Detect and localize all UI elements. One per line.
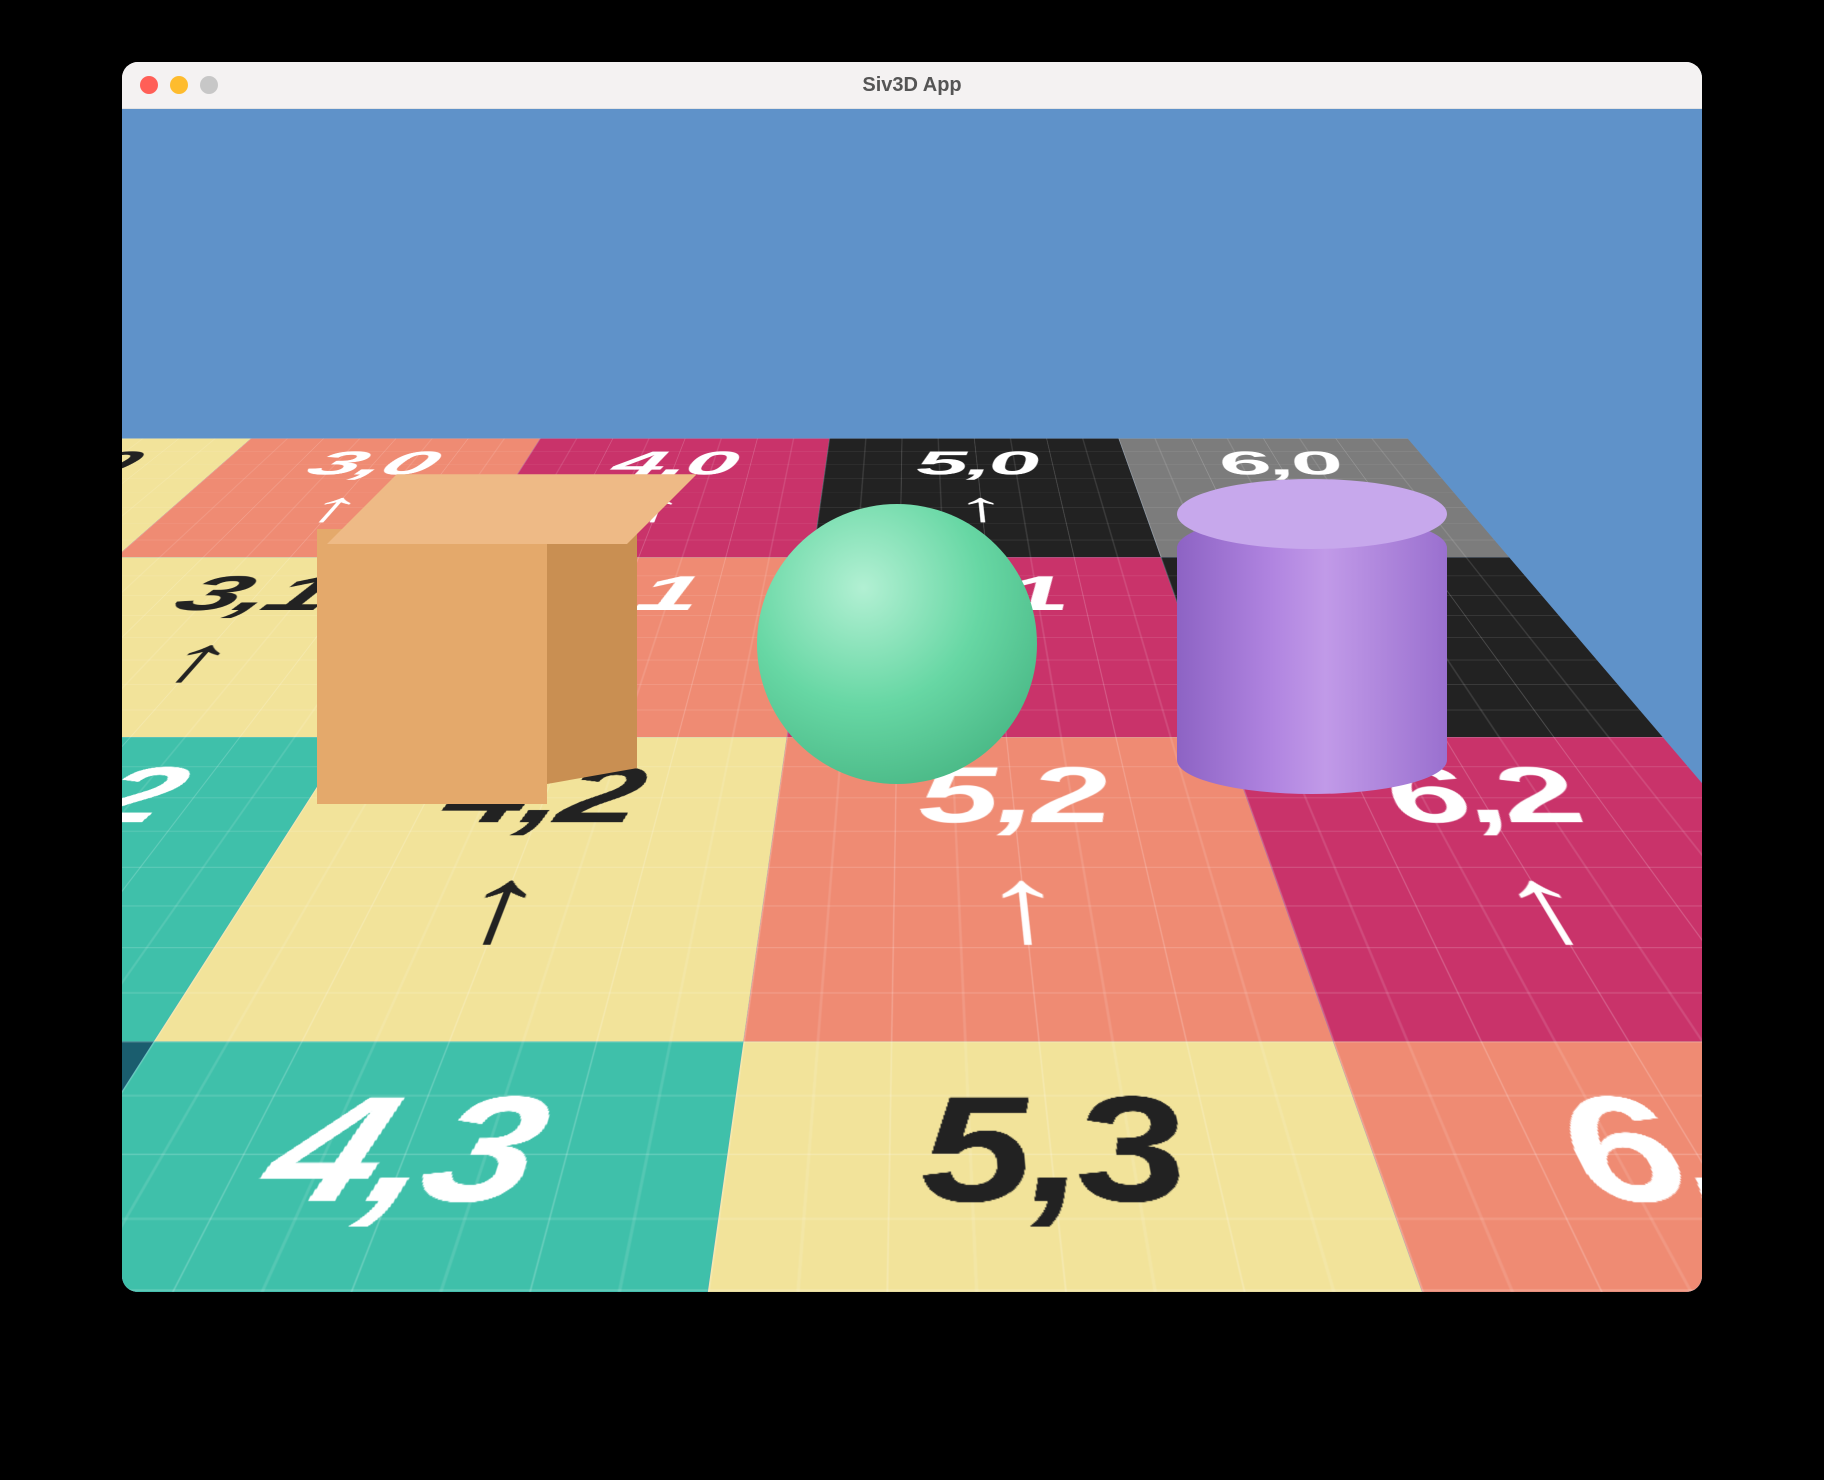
app-window: Siv3D App 0,0↑1,0↑2,0↑3,0↑4,0↑5,0↑6,0↑0,… (122, 62, 1702, 1292)
arrow-up-icon: ↑ (122, 1261, 712, 1292)
grid-tile: 5,0 ↑ (812, 439, 1160, 558)
tile-coord-label: 5,1 (804, 569, 1183, 618)
tile-coord-label: 5,3 (717, 1076, 1399, 1227)
tile-coord-label: 4,0 (514, 447, 828, 480)
window-title: Siv3D App (122, 74, 1702, 97)
tile-coord-label: 5,2 (773, 756, 1260, 835)
tile-coord-label: 6,2 (1232, 756, 1702, 835)
arrow-up-icon: ↑ (206, 853, 770, 960)
tile-coord-label: 4,1 (425, 569, 811, 618)
tile-coord-label: 6,0 (1121, 447, 1443, 480)
tile-coord-label: 4,3 (122, 1076, 739, 1227)
arrow-up-icon: ↑ (817, 487, 1151, 528)
arrow-up-icon: ↑ (1266, 853, 1702, 960)
tile-coord-label: 3,1 (122, 569, 457, 618)
tile-coord-label: 4,2 (286, 756, 784, 835)
arrow-up-icon: ↑ (483, 487, 823, 528)
scene-3d: 0,0↑1,0↑2,0↑3,0↑4,0↑5,0↑6,0↑0,1↑1,1↑2,1↑… (122, 109, 1702, 1292)
arrow-up-icon: ↑ (755, 853, 1304, 960)
arrow-up-icon: ↑ (122, 853, 275, 960)
grid-tile: 5,2 ↑ (744, 737, 1334, 1041)
arrow-up-icon: ↑ (1136, 487, 1484, 528)
arrow-up-icon: ↑ (378, 629, 802, 692)
arrow-up-icon: ↑ (149, 487, 509, 528)
arrow-up-icon: ↑ (681, 1261, 1491, 1292)
grid-tile: 4,2 ↑ (154, 737, 787, 1041)
arrow-up-icon: ↑ (122, 629, 418, 692)
grid-tile: 4,3 ↑ (122, 1042, 744, 1292)
arrow-up-icon: ↑ (1411, 1261, 1702, 1292)
titlebar[interactable]: Siv3D App (122, 62, 1702, 109)
tile-coord-label: 6,3 (1345, 1076, 1702, 1227)
tile-coord-label: 5,0 (823, 447, 1133, 480)
tile-coord-label: 3,0 (204, 447, 535, 480)
grid-tile: 6,0 ↑ (1119, 439, 1510, 558)
arrow-up-icon: ↑ (1186, 629, 1623, 692)
viewport-3d[interactable]: 0,0↑1,0↑2,0↑3,0↑4,0↑5,0↑6,0↑0,1↑1,1↑2,1↑… (122, 109, 1702, 1292)
arrow-up-icon: ↑ (793, 629, 1208, 692)
floor-grid: 0,0↑1,0↑2,0↑3,0↑4,0↑5,0↑6,0↑0,1↑1,1↑2,1↑… (122, 109, 1702, 439)
grid-tile: 6,1 ↑ (1161, 557, 1663, 737)
grid-tile: 5,1 ↑ (787, 557, 1225, 737)
tile-coord-label: 6,1 (1165, 569, 1561, 618)
